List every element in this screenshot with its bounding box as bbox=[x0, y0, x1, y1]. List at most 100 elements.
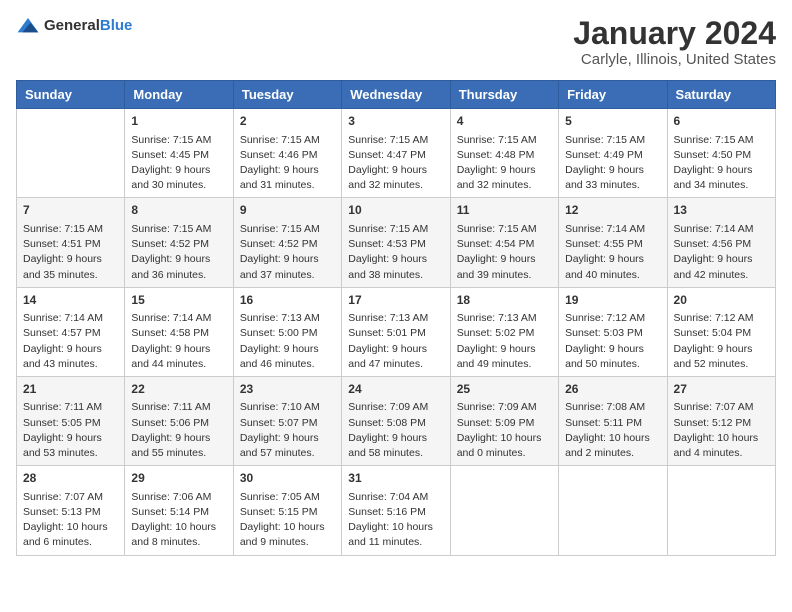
calendar-cell: 8 Sunrise: 7:15 AM Sunset: 4:52 PM Daylig… bbox=[125, 198, 233, 287]
calendar-cell: 5 Sunrise: 7:15 AM Sunset: 4:49 PM Daylig… bbox=[559, 109, 667, 198]
calendar-cell: 13 Sunrise: 7:14 AM Sunset: 4:56 PM Dayli… bbox=[667, 198, 775, 287]
calendar-cell: 2 Sunrise: 7:15 AM Sunset: 4:46 PM Daylig… bbox=[233, 109, 341, 198]
day-info: Sunrise: 7:12 AM Sunset: 5:04 PM Dayligh… bbox=[674, 311, 769, 372]
calendar-cell: 27Sunrise: 7:07 AM Sunset: 5:12 PM Dayli… bbox=[667, 376, 775, 465]
calendar-cell: 31 Sunrise: 7:04 AM Sunset: 5:16 PM Dayli… bbox=[342, 466, 450, 555]
day-number: 21 bbox=[23, 381, 118, 398]
day-number: 24 bbox=[348, 381, 443, 398]
calendar-cell: 20Sunrise: 7:12 AM Sunset: 5:04 PM Dayli… bbox=[667, 287, 775, 376]
calendar-week-1: 1Sunrise: 7:15 AM Sunset: 4:45 PM Daylig… bbox=[17, 109, 776, 198]
day-number: 29 bbox=[131, 470, 226, 487]
day-number: 2 bbox=[240, 113, 335, 130]
weekday-header-tuesday: Tuesday bbox=[233, 81, 341, 109]
day-info: Sunrise: 7:15 AM Sunset: 4:48 PM Dayligh… bbox=[457, 133, 552, 194]
calendar-cell bbox=[559, 466, 667, 555]
day-number: 23 bbox=[240, 381, 335, 398]
weekday-header-monday: Monday bbox=[125, 81, 233, 109]
day-number: 3 bbox=[348, 113, 443, 130]
calendar-cell: 18 Sunrise: 7:13 AM Sunset: 5:02 PM Dayli… bbox=[450, 287, 558, 376]
day-info: Sunrise: 7:13 AM Sunset: 5:02 PM Dayligh… bbox=[457, 311, 552, 372]
day-number: 19 bbox=[565, 292, 660, 309]
day-info: Sunrise: 7:15 AM Sunset: 4:50 PM Dayligh… bbox=[674, 133, 769, 194]
calendar-cell: 28 Sunrise: 7:07 AM Sunset: 5:13 PM Dayli… bbox=[17, 466, 125, 555]
calendar-table: SundayMondayTuesdayWednesdayThursdayFrid… bbox=[16, 80, 776, 555]
calendar-cell: 6 Sunrise: 7:15 AM Sunset: 4:50 PM Daylig… bbox=[667, 109, 775, 198]
weekday-header-saturday: Saturday bbox=[667, 81, 775, 109]
calendar-cell: 19 Sunrise: 7:12 AM Sunset: 5:03 PM Dayli… bbox=[559, 287, 667, 376]
day-number: 26 bbox=[565, 381, 660, 398]
day-info: Sunrise: 7:15 AM Sunset: 4:54 PM Dayligh… bbox=[457, 222, 552, 283]
calendar-cell: 10 Sunrise: 7:15 AM Sunset: 4:53 PM Dayli… bbox=[342, 198, 450, 287]
day-number: 30 bbox=[240, 470, 335, 487]
calendar-cell: 29 Sunrise: 7:06 AM Sunset: 5:14 PM Dayli… bbox=[125, 466, 233, 555]
calendar-cell: 3Sunrise: 7:15 AM Sunset: 4:47 PM Daylig… bbox=[342, 109, 450, 198]
calendar-week-2: 7 Sunrise: 7:15 AM Sunset: 4:51 PM Daylig… bbox=[17, 198, 776, 287]
day-number: 13 bbox=[674, 202, 769, 219]
day-number: 25 bbox=[457, 381, 552, 398]
day-number: 10 bbox=[348, 202, 443, 219]
day-info: Sunrise: 7:12 AM Sunset: 5:03 PM Dayligh… bbox=[565, 311, 660, 372]
day-number: 8 bbox=[131, 202, 226, 219]
weekday-header-friday: Friday bbox=[559, 81, 667, 109]
day-info: Sunrise: 7:14 AM Sunset: 4:56 PM Dayligh… bbox=[674, 222, 769, 283]
day-info: Sunrise: 7:11 AM Sunset: 5:06 PM Dayligh… bbox=[131, 400, 226, 461]
day-number: 31 bbox=[348, 470, 443, 487]
page-header: GeneralBlue January 2024 Carlyle, Illino… bbox=[16, 16, 776, 68]
day-number: 14 bbox=[23, 292, 118, 309]
calendar-cell: 25 Sunrise: 7:09 AM Sunset: 5:09 PM Dayli… bbox=[450, 376, 558, 465]
calendar-cell bbox=[667, 466, 775, 555]
calendar-cell bbox=[450, 466, 558, 555]
calendar-cell: 1Sunrise: 7:15 AM Sunset: 4:45 PM Daylig… bbox=[125, 109, 233, 198]
title-block: January 2024 Carlyle, Illinois, United S… bbox=[573, 16, 776, 68]
logo-icon bbox=[16, 16, 40, 36]
location-title: Carlyle, Illinois, United States bbox=[573, 51, 776, 68]
day-info: Sunrise: 7:15 AM Sunset: 4:53 PM Dayligh… bbox=[348, 222, 443, 283]
day-number: 17 bbox=[348, 292, 443, 309]
day-info: Sunrise: 7:14 AM Sunset: 4:58 PM Dayligh… bbox=[131, 311, 226, 372]
logo-text-blue: Blue bbox=[100, 17, 133, 34]
day-number: 4 bbox=[457, 113, 552, 130]
logo: GeneralBlue bbox=[16, 16, 132, 36]
day-info: Sunrise: 7:15 AM Sunset: 4:46 PM Dayligh… bbox=[240, 133, 335, 194]
weekday-header-row: SundayMondayTuesdayWednesdayThursdayFrid… bbox=[17, 81, 776, 109]
day-number: 28 bbox=[23, 470, 118, 487]
day-info: Sunrise: 7:15 AM Sunset: 4:51 PM Dayligh… bbox=[23, 222, 118, 283]
day-number: 15 bbox=[131, 292, 226, 309]
logo-text-general: General bbox=[44, 17, 100, 34]
day-number: 5 bbox=[565, 113, 660, 130]
day-info: Sunrise: 7:06 AM Sunset: 5:14 PM Dayligh… bbox=[131, 490, 226, 551]
calendar-cell: 14 Sunrise: 7:14 AM Sunset: 4:57 PM Dayli… bbox=[17, 287, 125, 376]
calendar-cell: 26Sunrise: 7:08 AM Sunset: 5:11 PM Dayli… bbox=[559, 376, 667, 465]
day-info: Sunrise: 7:07 AM Sunset: 5:12 PM Dayligh… bbox=[674, 400, 769, 461]
day-number: 22 bbox=[131, 381, 226, 398]
day-info: Sunrise: 7:14 AM Sunset: 4:57 PM Dayligh… bbox=[23, 311, 118, 372]
calendar-cell: 12 Sunrise: 7:14 AM Sunset: 4:55 PM Dayli… bbox=[559, 198, 667, 287]
day-info: Sunrise: 7:15 AM Sunset: 4:52 PM Dayligh… bbox=[131, 222, 226, 283]
calendar-cell: 7 Sunrise: 7:15 AM Sunset: 4:51 PM Daylig… bbox=[17, 198, 125, 287]
calendar-cell: 23 Sunrise: 7:10 AM Sunset: 5:07 PM Dayli… bbox=[233, 376, 341, 465]
day-info: Sunrise: 7:13 AM Sunset: 5:01 PM Dayligh… bbox=[348, 311, 443, 372]
calendar-cell bbox=[17, 109, 125, 198]
day-number: 12 bbox=[565, 202, 660, 219]
day-info: Sunrise: 7:11 AM Sunset: 5:05 PM Dayligh… bbox=[23, 400, 118, 461]
day-number: 18 bbox=[457, 292, 552, 309]
day-info: Sunrise: 7:09 AM Sunset: 5:09 PM Dayligh… bbox=[457, 400, 552, 461]
month-title: January 2024 bbox=[573, 16, 776, 51]
day-info: Sunrise: 7:04 AM Sunset: 5:16 PM Dayligh… bbox=[348, 490, 443, 551]
day-number: 7 bbox=[23, 202, 118, 219]
calendar-cell: 30Sunrise: 7:05 AM Sunset: 5:15 PM Dayli… bbox=[233, 466, 341, 555]
calendar-week-3: 14 Sunrise: 7:14 AM Sunset: 4:57 PM Dayli… bbox=[17, 287, 776, 376]
day-info: Sunrise: 7:13 AM Sunset: 5:00 PM Dayligh… bbox=[240, 311, 335, 372]
calendar-cell: 24Sunrise: 7:09 AM Sunset: 5:08 PM Dayli… bbox=[342, 376, 450, 465]
calendar-week-4: 21 Sunrise: 7:11 AM Sunset: 5:05 PM Dayli… bbox=[17, 376, 776, 465]
calendar-cell: 16Sunrise: 7:13 AM Sunset: 5:00 PM Dayli… bbox=[233, 287, 341, 376]
day-info: Sunrise: 7:15 AM Sunset: 4:49 PM Dayligh… bbox=[565, 133, 660, 194]
day-number: 11 bbox=[457, 202, 552, 219]
day-info: Sunrise: 7:10 AM Sunset: 5:07 PM Dayligh… bbox=[240, 400, 335, 461]
weekday-header-wednesday: Wednesday bbox=[342, 81, 450, 109]
day-info: Sunrise: 7:14 AM Sunset: 4:55 PM Dayligh… bbox=[565, 222, 660, 283]
day-info: Sunrise: 7:07 AM Sunset: 5:13 PM Dayligh… bbox=[23, 490, 118, 551]
day-number: 6 bbox=[674, 113, 769, 130]
weekday-header-thursday: Thursday bbox=[450, 81, 558, 109]
calendar-body: 1Sunrise: 7:15 AM Sunset: 4:45 PM Daylig… bbox=[17, 109, 776, 555]
